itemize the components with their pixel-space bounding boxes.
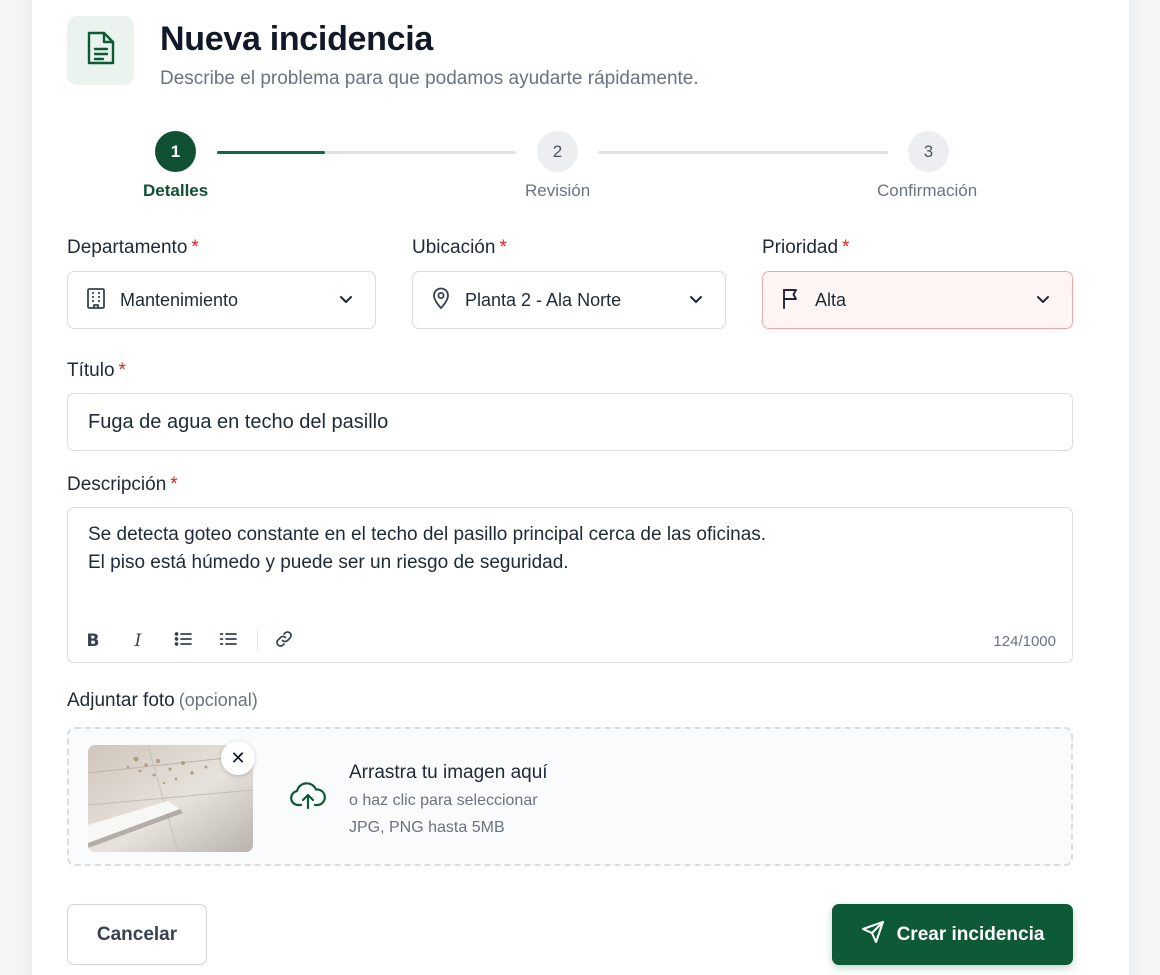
italic-button[interactable]: I <box>125 628 151 654</box>
description-label-text: Descripción <box>67 474 167 495</box>
description-line: Se detecta goteo constante en el techo d… <box>88 524 767 545</box>
building-icon <box>86 287 106 314</box>
map-pin-icon <box>431 286 451 315</box>
department-label: Departamento * <box>67 237 199 259</box>
cloud-upload-icon <box>289 781 327 816</box>
dropzone-subtitle: o haz clic para seleccionar <box>349 792 538 809</box>
link-button[interactable] <box>271 628 297 654</box>
department-select[interactable]: Mantenimiento <box>67 271 376 329</box>
step-2-circle[interactable]: 2 <box>537 131 578 172</box>
required-mark: * <box>191 237 199 258</box>
description-textarea[interactable]: Se detecta goteo constante en el techo d… <box>67 507 1073 663</box>
description-line: El piso está húmedo y puede ser un riesg… <box>88 552 569 573</box>
numbered-list-button[interactable] <box>215 628 241 654</box>
create-incident-button[interactable]: Crear incidencia <box>832 904 1073 965</box>
photo-dropzone[interactable]: ✕ Arrastra tu imagen aquí o haz clic par… <box>67 727 1073 866</box>
priority-select[interactable]: Alta <box>762 271 1073 329</box>
priority-label: Prioridad * <box>762 237 849 259</box>
numbered-list-icon <box>219 631 237 652</box>
chevron-down-icon <box>1036 291 1050 309</box>
cancel-button[interactable]: Cancelar <box>67 904 207 965</box>
chevron-down-icon <box>339 291 353 309</box>
bold-button[interactable]: B <box>80 628 106 654</box>
dropzone-file-hint: JPG, PNG hasta 5MB <box>349 819 505 836</box>
title-label: Título * <box>67 360 126 382</box>
location-label-text: Ubicación <box>412 237 496 258</box>
department-value: Mantenimiento <box>120 289 239 310</box>
department-label-text: Departamento <box>67 237 188 258</box>
required-mark: * <box>842 237 850 258</box>
attachment-label-text: Adjuntar foto <box>67 690 175 711</box>
header-icon-box <box>67 16 134 85</box>
step-2-label: Revisión <box>525 181 591 200</box>
step-1-circle[interactable]: 1 <box>155 131 196 172</box>
location-label: Ubicación * <box>412 237 507 259</box>
location-select[interactable]: Planta 2 - Ala Norte <box>412 271 726 329</box>
page-title: Nueva incidencia <box>160 20 433 58</box>
link-icon <box>275 630 293 653</box>
remove-photo-button[interactable]: ✕ <box>221 741 255 775</box>
bullet-list-button[interactable] <box>170 628 196 654</box>
step-3-circle[interactable]: 3 <box>908 131 949 172</box>
chevron-down-icon <box>689 291 703 309</box>
step-connector-2 <box>598 151 888 154</box>
character-count: 124/1000 <box>993 633 1056 650</box>
required-mark: * <box>170 474 178 495</box>
location-value: Planta 2 - Ala Norte <box>465 289 622 310</box>
page-subtitle: Describe el problema para que podamos ay… <box>160 68 699 89</box>
optional-text: (opcional) <box>178 690 258 710</box>
description-label: Descripción * <box>67 474 178 496</box>
step-3-label: Confirmación <box>877 181 978 200</box>
close-icon: ✕ <box>230 747 246 768</box>
create-incident-label: Crear incidencia <box>896 923 1045 945</box>
priority-label-text: Prioridad <box>762 237 839 258</box>
dropzone-title: Arrastra tu imagen aquí <box>349 762 548 783</box>
flag-icon <box>781 287 801 314</box>
required-mark: * <box>118 360 126 381</box>
priority-value: Alta <box>815 289 847 310</box>
toolbar-divider <box>257 630 258 652</box>
document-icon <box>85 30 117 71</box>
title-input[interactable]: Fuga de agua en techo del pasillo <box>67 393 1073 451</box>
title-label-text: Título <box>67 360 115 381</box>
required-mark: * <box>499 237 507 258</box>
attachment-label: Adjuntar foto (opcional) <box>67 690 258 712</box>
step-progress-fill <box>217 151 325 154</box>
send-icon <box>861 920 885 950</box>
step-1-label: Detalles <box>143 181 209 200</box>
bullet-list-icon <box>174 631 192 652</box>
